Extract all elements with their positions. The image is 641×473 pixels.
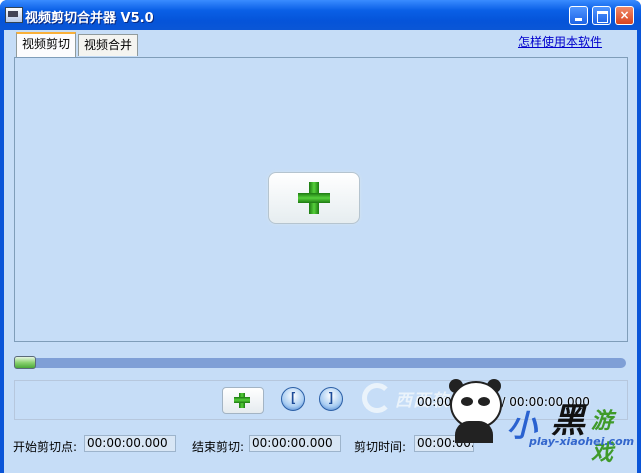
timeline-slider[interactable] bbox=[14, 356, 626, 369]
watermark-c-icon bbox=[362, 383, 392, 413]
close-button[interactable]: × bbox=[615, 6, 634, 25]
minimize-button[interactable] bbox=[569, 6, 588, 25]
video-preview-area[interactable] bbox=[14, 57, 628, 342]
duration-label: 剪切时间: bbox=[354, 440, 407, 454]
tab-video-cut[interactable]: 视频剪切 bbox=[16, 32, 77, 57]
start-point-field[interactable]: 00:00:00.000 bbox=[84, 435, 176, 452]
end-point-label: 结束剪切: bbox=[192, 440, 245, 454]
maximize-button[interactable] bbox=[592, 6, 611, 25]
panda-body-icon bbox=[455, 421, 493, 443]
logo-url: play-xiaohei.com bbox=[529, 435, 635, 448]
add-video-button[interactable] bbox=[268, 172, 360, 224]
site-watermark-logo: 小 黑 游戏 play-xiaohei.com bbox=[445, 373, 634, 466]
app-window: 视频剪切合并器 V5.0 × 视频剪切 视频合并 怎样使用本软件 [ ] 西西软… bbox=[0, 0, 641, 473]
window-title: 视频剪切合并器 V5.0 bbox=[25, 11, 154, 26]
mark-end-button[interactable]: ] bbox=[319, 387, 343, 411]
add-file-button[interactable] bbox=[222, 387, 264, 414]
mark-start-button[interactable]: [ bbox=[281, 387, 305, 411]
add-icon-bar bbox=[234, 397, 250, 403]
tab-video-merge[interactable]: 视频合并 bbox=[78, 34, 139, 56]
film-icon bbox=[5, 7, 23, 23]
panda-eye-icon bbox=[461, 397, 473, 406]
panda-eye-icon bbox=[478, 397, 490, 406]
slider-handle[interactable] bbox=[14, 356, 36, 369]
help-link[interactable]: 怎样使用本软件 bbox=[518, 33, 602, 50]
plus-icon-bar bbox=[298, 193, 330, 203]
logo-lettering: 小 黑 游戏 bbox=[505, 393, 625, 466]
title-bar[interactable]: 视频剪切合并器 V5.0 × bbox=[0, 0, 641, 30]
end-point-field[interactable]: 00:00:00.000 bbox=[249, 435, 341, 452]
start-point-label: 开始剪切点: bbox=[13, 440, 78, 454]
